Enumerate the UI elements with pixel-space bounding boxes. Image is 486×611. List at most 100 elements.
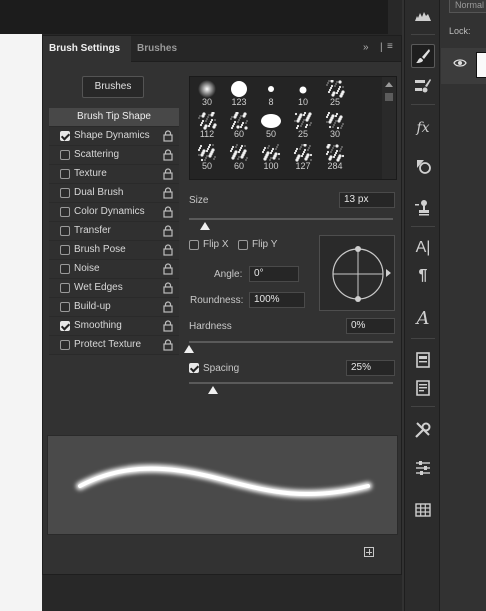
table-icon[interactable]: [411, 498, 435, 522]
option-checkbox[interactable]: [60, 321, 70, 331]
option-checkbox[interactable]: [60, 264, 70, 274]
brush-size-label: 25: [297, 129, 308, 139]
paragraph-icon[interactable]: ¶: [411, 264, 435, 288]
tab-brushes[interactable]: Brushes: [131, 36, 191, 62]
option-wet-edges[interactable]: Wet Edges: [49, 279, 179, 298]
clone-stamp-icon[interactable]: [411, 196, 435, 220]
hardness-slider-track[interactable]: [189, 341, 393, 343]
brush-preset[interactable]: 50: [255, 110, 287, 142]
tab-brush-settings[interactable]: Brush Settings: [43, 36, 131, 62]
character-icon[interactable]: A|: [411, 236, 435, 260]
size-slider-knob[interactable]: [200, 222, 211, 230]
option-brush-tip-shape[interactable]: Brush Tip Shape: [49, 108, 179, 127]
document-icon[interactable]: [411, 376, 435, 400]
fx-icon[interactable]: fx: [411, 116, 435, 140]
brush-preset[interactable]: 60: [223, 142, 255, 174]
brush-preset[interactable]: 112: [191, 110, 223, 142]
option-dual-brush[interactable]: Dual Brush: [49, 184, 179, 203]
document-canvas[interactable]: [0, 34, 42, 611]
option-checkbox[interactable]: [60, 150, 70, 160]
option-scattering[interactable]: Scattering: [49, 146, 179, 165]
option-shape-dynamics[interactable]: Shape Dynamics: [49, 127, 179, 146]
brush-preset[interactable]: 50: [191, 142, 223, 174]
panel-menu-icon[interactable]: ≡: [387, 41, 393, 52]
brush-preset[interactable]: 25: [319, 78, 351, 110]
option-noise[interactable]: Noise: [49, 260, 179, 279]
new-brush-icon[interactable]: [364, 547, 374, 557]
brush-tip-icon: [325, 79, 345, 98]
brush-preset[interactable]: 100: [255, 142, 287, 174]
lock-icon[interactable]: [163, 320, 173, 332]
lock-icon[interactable]: [163, 301, 173, 313]
angle-arrow-icon[interactable]: [386, 269, 391, 277]
size-field[interactable]: 13 px: [339, 192, 395, 208]
lock-icon[interactable]: [163, 282, 173, 294]
lock-icon[interactable]: [163, 187, 173, 199]
adjustments-icon[interactable]: [411, 456, 435, 480]
brush-presets-icon[interactable]: [411, 74, 435, 98]
brush-preset[interactable]: 123: [223, 78, 255, 110]
size-slider-track[interactable]: [189, 218, 393, 220]
brush-preset[interactable]: 25: [287, 110, 319, 142]
option-checkbox[interactable]: [60, 226, 70, 236]
option-checkbox[interactable]: [60, 169, 70, 179]
option-checkbox[interactable]: [60, 131, 70, 141]
lock-icon[interactable]: [163, 130, 173, 142]
brush-icon[interactable]: [411, 44, 435, 68]
lock-icon[interactable]: [163, 263, 173, 275]
notes-icon[interactable]: [411, 348, 435, 372]
brush-preset[interactable]: 10: [287, 78, 319, 110]
flip-y-checkbox[interactable]: [238, 240, 248, 250]
option-protect-texture[interactable]: Protect Texture: [49, 336, 179, 355]
spacing-slider-track[interactable]: [189, 382, 393, 384]
blend-mode-select[interactable]: Normal: [449, 0, 486, 13]
angle-field[interactable]: 0°: [249, 266, 299, 282]
collapse-icon[interactable]: »: [363, 42, 369, 53]
brush-tip-icon: [261, 144, 281, 162]
roundness-field[interactable]: 100%: [249, 292, 305, 308]
lock-icon[interactable]: [163, 168, 173, 180]
option-smoothing[interactable]: Smoothing: [49, 317, 179, 336]
lock-icon[interactable]: [163, 244, 173, 256]
hardness-field[interactable]: 0%: [346, 318, 395, 334]
brush-preset[interactable]: 8: [255, 78, 287, 110]
spacing-field[interactable]: 25%: [346, 360, 395, 376]
option-checkbox[interactable]: [60, 207, 70, 217]
brush-preset[interactable]: 30: [319, 110, 351, 142]
lock-icon[interactable]: [163, 339, 173, 351]
brush-size-label: 50: [201, 161, 212, 171]
histogram-icon[interactable]: [411, 4, 435, 28]
spacing-checkbox[interactable]: [189, 363, 199, 373]
option-checkbox[interactable]: [60, 340, 70, 350]
flip-x-checkbox[interactable]: [189, 240, 199, 250]
preset-scrollbar[interactable]: [382, 77, 396, 179]
shapes-icon[interactable]: [411, 154, 435, 178]
layer-thumbnail[interactable]: [476, 52, 486, 78]
tools-icon[interactable]: [411, 418, 435, 442]
brush-preset[interactable]: 30: [191, 78, 223, 110]
option-transfer[interactable]: Transfer: [49, 222, 179, 241]
brush-preset[interactable]: 284: [319, 142, 351, 174]
option-brush-pose[interactable]: Brush Pose: [49, 241, 179, 260]
angle-roundness-widget[interactable]: [319, 235, 395, 311]
lock-icon[interactable]: [163, 225, 173, 237]
option-checkbox[interactable]: [60, 302, 70, 312]
brushes-button[interactable]: Brushes: [82, 76, 144, 98]
scroll-thumb[interactable]: [385, 93, 393, 101]
option-build-up[interactable]: Build-up: [49, 298, 179, 317]
option-texture[interactable]: Texture: [49, 165, 179, 184]
glyphs-icon[interactable]: A: [411, 306, 435, 330]
brush-preset[interactable]: 127: [287, 142, 319, 174]
scroll-up-icon[interactable]: [385, 82, 393, 87]
brush-settings-panel: Brush Settings Brushes » | ≡ Brushes Bru…: [42, 35, 402, 575]
hardness-slider-knob[interactable]: [184, 345, 194, 353]
visibility-eye-icon[interactable]: [453, 58, 467, 71]
option-color-dynamics[interactable]: Color Dynamics: [49, 203, 179, 222]
option-checkbox[interactable]: [60, 245, 70, 255]
lock-icon[interactable]: [163, 149, 173, 161]
spacing-slider-knob[interactable]: [208, 386, 219, 394]
brush-preset[interactable]: 60: [223, 110, 255, 142]
option-checkbox[interactable]: [60, 283, 70, 293]
option-checkbox[interactable]: [60, 188, 70, 198]
lock-icon[interactable]: [163, 206, 173, 218]
